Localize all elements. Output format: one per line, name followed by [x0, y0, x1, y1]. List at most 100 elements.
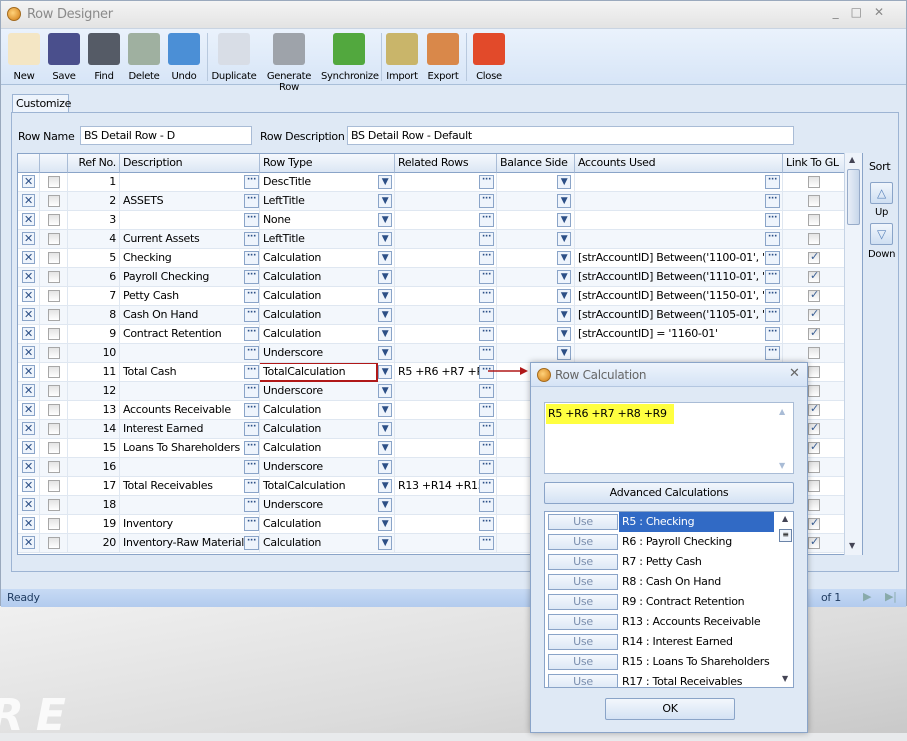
- ellipsis-button[interactable]: ···: [479, 213, 494, 227]
- list-item[interactable]: Use R15 : Loans To Shareholders: [545, 652, 775, 672]
- list-item[interactable]: Use R13 : Accounts Receivable: [545, 612, 775, 632]
- row-type-cell[interactable]: DescTitle ▼: [260, 173, 395, 192]
- scroll-thumb[interactable]: [847, 169, 860, 225]
- row-select-checkbox[interactable]: [48, 499, 60, 511]
- row-select-checkbox[interactable]: [48, 461, 60, 473]
- close-icon[interactable]: ✕: [874, 5, 896, 19]
- description-cell[interactable]: Inventory ···: [120, 515, 260, 534]
- ellipsis-button[interactable]: ···: [244, 232, 259, 246]
- related-rows-cell[interactable]: ···: [395, 230, 497, 249]
- ellipsis-button[interactable]: ···: [244, 213, 259, 227]
- ellipsis-button[interactable]: ···: [765, 213, 780, 227]
- dropdown-chevron-icon[interactable]: ▼: [557, 194, 571, 208]
- column-header[interactable]: Link To GL: [783, 154, 845, 173]
- description-cell[interactable]: Petty Cash ···: [120, 287, 260, 306]
- move-up-button[interactable]: △: [870, 182, 893, 204]
- link-to-gl-checkbox[interactable]: [808, 366, 820, 378]
- description-cell[interactable]: ···: [120, 496, 260, 515]
- link-to-gl-checkbox[interactable]: [808, 176, 820, 188]
- ellipsis-button[interactable]: ···: [244, 517, 259, 531]
- toolbar-export-button[interactable]: Export: [425, 31, 461, 82]
- accounts-used-cell[interactable]: [strAccountID] Between('1110-01', '11 ···: [575, 268, 783, 287]
- tab-customize[interactable]: Customize: [12, 94, 71, 113]
- scroll-thumb[interactable]: ≡: [779, 529, 792, 542]
- ellipsis-button[interactable]: ···: [765, 251, 780, 265]
- scroll-down-icon[interactable]: ▼: [779, 461, 785, 470]
- row-select-checkbox[interactable]: [48, 404, 60, 416]
- table-row[interactable]: ✕ 4 Current Assets ··· LeftTitle ▼ ··· ▼ ···: [18, 230, 845, 249]
- column-header[interactable]: [18, 154, 40, 173]
- delete-row-icon[interactable]: ✕: [22, 232, 35, 245]
- link-to-gl-checkbox[interactable]: [808, 326, 820, 340]
- toolbar-new-button[interactable]: New: [7, 31, 41, 82]
- balance-side-cell[interactable]: ▼: [497, 249, 575, 268]
- balance-side-cell[interactable]: ▼: [497, 230, 575, 249]
- delete-row-icon[interactable]: ✕: [22, 460, 35, 473]
- row-type-cell[interactable]: Underscore ▼: [260, 458, 395, 477]
- delete-row-icon[interactable]: ✕: [22, 517, 35, 530]
- link-to-gl-checkbox[interactable]: [808, 402, 820, 416]
- link-to-gl-checkbox[interactable]: [808, 440, 820, 454]
- row-select-checkbox[interactable]: [48, 252, 60, 264]
- use-button[interactable]: Use: [548, 514, 618, 530]
- description-cell[interactable]: ···: [120, 173, 260, 192]
- row-type-cell[interactable]: Underscore ▼: [260, 382, 395, 401]
- ellipsis-button[interactable]: ···: [765, 232, 780, 246]
- row-type-cell[interactable]: TotalCalculation ▼: [260, 363, 395, 382]
- scroll-down-icon[interactable]: ▼: [849, 541, 855, 550]
- row-select-checkbox[interactable]: [48, 347, 60, 359]
- ellipsis-button[interactable]: ···: [244, 270, 259, 284]
- ellipsis-button[interactable]: ···: [479, 536, 494, 550]
- balance-side-cell[interactable]: ▼: [497, 306, 575, 325]
- dropdown-chevron-icon[interactable]: ▼: [378, 384, 392, 398]
- toolbar-synchronize-button[interactable]: Synchronize: [321, 31, 379, 82]
- list-item[interactable]: Use R17 : Total Receivables: [545, 672, 775, 687]
- related-rows-cell[interactable]: ···: [395, 534, 497, 553]
- row-select-checkbox[interactable]: [48, 195, 60, 207]
- last-page-icon[interactable]: ▶|: [885, 590, 897, 603]
- ellipsis-button[interactable]: ···: [244, 384, 259, 398]
- description-cell[interactable]: ···: [120, 344, 260, 363]
- ellipsis-button[interactable]: ···: [479, 232, 494, 246]
- delete-row-icon[interactable]: ✕: [22, 213, 35, 226]
- link-to-gl-checkbox[interactable]: [808, 288, 820, 302]
- delete-row-icon[interactable]: ✕: [22, 194, 35, 207]
- related-rows-cell[interactable]: ···: [395, 515, 497, 534]
- ellipsis-button[interactable]: ···: [479, 517, 494, 531]
- use-button[interactable]: Use: [548, 634, 618, 650]
- dropdown-chevron-icon[interactable]: ▼: [378, 308, 392, 322]
- link-to-gl-checkbox[interactable]: [808, 385, 820, 397]
- link-to-gl-checkbox[interactable]: [808, 195, 820, 207]
- accounts-used-cell[interactable]: ···: [575, 173, 783, 192]
- list-item[interactable]: Use R9 : Contract Retention: [545, 592, 775, 612]
- scroll-up-icon[interactable]: ▲: [849, 155, 855, 164]
- balance-side-cell[interactable]: ▼: [497, 287, 575, 306]
- related-rows-cell[interactable]: ···: [395, 496, 497, 515]
- delete-row-icon[interactable]: ✕: [22, 403, 35, 416]
- description-cell[interactable]: Current Assets ···: [120, 230, 260, 249]
- ellipsis-button[interactable]: ···: [479, 251, 494, 265]
- description-cell[interactable]: Payroll Checking ···: [120, 268, 260, 287]
- balance-side-cell[interactable]: ▼: [497, 268, 575, 287]
- ellipsis-button[interactable]: ···: [479, 460, 494, 474]
- delete-row-icon[interactable]: ✕: [22, 289, 35, 302]
- ok-button[interactable]: OK: [605, 698, 735, 720]
- ellipsis-button[interactable]: ···: [244, 175, 259, 189]
- list-item[interactable]: Use R6 : Payroll Checking: [545, 532, 775, 552]
- use-button[interactable]: Use: [548, 534, 618, 550]
- dropdown-chevron-icon[interactable]: ▼: [378, 289, 392, 303]
- dropdown-chevron-icon[interactable]: ▼: [378, 460, 392, 474]
- ellipsis-button[interactable]: ···: [479, 289, 494, 303]
- accounts-used-cell[interactable]: ···: [575, 192, 783, 211]
- related-rows-cell[interactable]: ···: [395, 325, 497, 344]
- next-page-icon[interactable]: ▶: [863, 590, 871, 603]
- dropdown-chevron-icon[interactable]: ▼: [557, 213, 571, 227]
- delete-row-icon[interactable]: ✕: [22, 346, 35, 359]
- row-type-cell[interactable]: Calculation ▼: [260, 306, 395, 325]
- ellipsis-button[interactable]: ···: [244, 251, 259, 265]
- dropdown-chevron-icon[interactable]: ▼: [557, 251, 571, 265]
- column-header[interactable]: [40, 154, 68, 173]
- use-button[interactable]: Use: [548, 654, 618, 670]
- dropdown-chevron-icon[interactable]: ▼: [378, 232, 392, 246]
- delete-row-icon[interactable]: ✕: [22, 536, 35, 549]
